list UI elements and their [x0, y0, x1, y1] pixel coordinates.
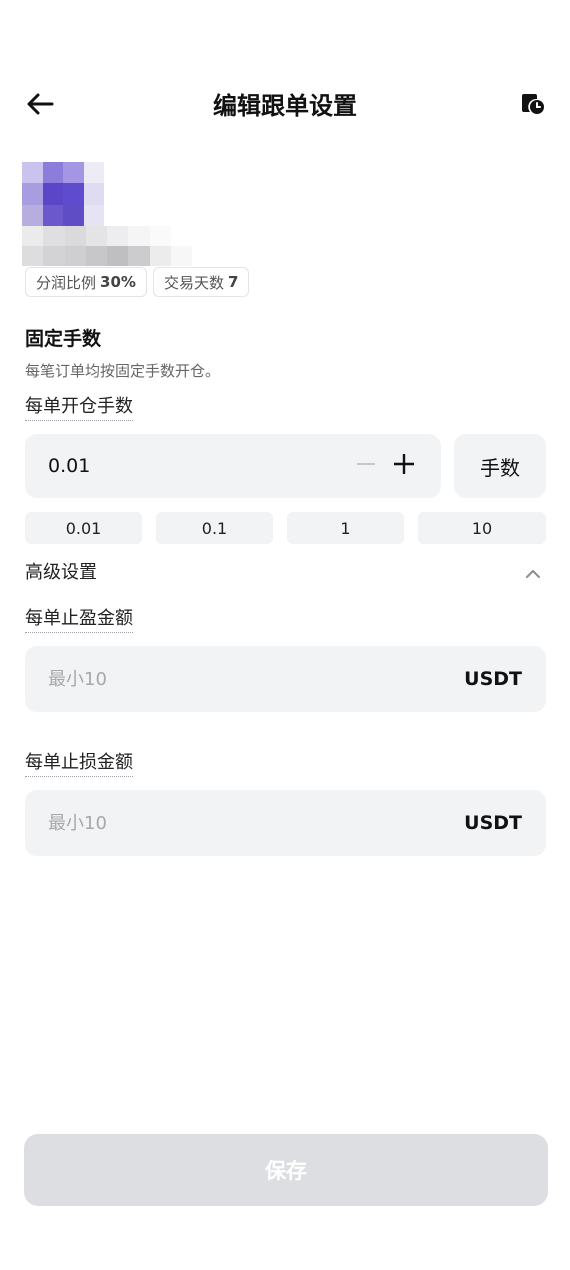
plus-icon	[393, 453, 415, 479]
save-button[interactable]: 保存	[24, 1134, 548, 1206]
trader-avatar	[22, 162, 104, 226]
stop-loss-label: 每单止损金额	[25, 752, 133, 777]
increase-button[interactable]	[388, 450, 420, 482]
advanced-settings-title[interactable]: 高级设置	[25, 560, 97, 586]
page-title: 编辑跟单设置	[213, 92, 357, 120]
arrow-left-icon	[26, 92, 54, 120]
take-profit-input[interactable]	[48, 646, 428, 712]
history-button[interactable]	[512, 88, 552, 124]
profit-share-value: 30%	[100, 273, 136, 291]
lots-unit-selector[interactable]: 手数	[454, 434, 546, 498]
preset-lots-10[interactable]: 10	[418, 512, 546, 544]
preset-lots-0-1[interactable]: 0.1	[156, 512, 273, 544]
history-icon	[518, 90, 546, 122]
back-button[interactable]	[22, 88, 58, 124]
fixed-lots-description: 每笔订单均按固定手数开仓。	[25, 362, 221, 380]
decrease-button[interactable]	[350, 450, 382, 482]
stop-loss-unit: USDT	[464, 812, 522, 834]
minus-icon	[356, 454, 376, 478]
stop-loss-input[interactable]	[48, 790, 428, 856]
fixed-lots-title: 固定手数	[25, 328, 102, 350]
take-profit-label: 每单止盈金额	[25, 608, 133, 633]
trading-days-label: 交易天数	[164, 273, 225, 292]
lots-per-order-label: 每单开仓手数	[25, 396, 133, 421]
preset-lots-1[interactable]: 1	[287, 512, 404, 544]
lots-input-value[interactable]: 0.01	[48, 434, 90, 498]
profit-share-label: 分润比例	[36, 273, 97, 292]
chevron-up-icon	[525, 564, 541, 583]
trading-days-tag: 交易天数 7	[153, 267, 250, 297]
collapse-toggle[interactable]	[520, 560, 546, 586]
trading-days-value: 7	[228, 273, 239, 291]
profit-share-tag: 分润比例 30%	[25, 267, 147, 297]
preset-lots-0-01[interactable]: 0.01	[25, 512, 142, 544]
trader-name-redacted	[22, 226, 192, 266]
take-profit-unit: USDT	[464, 668, 522, 690]
